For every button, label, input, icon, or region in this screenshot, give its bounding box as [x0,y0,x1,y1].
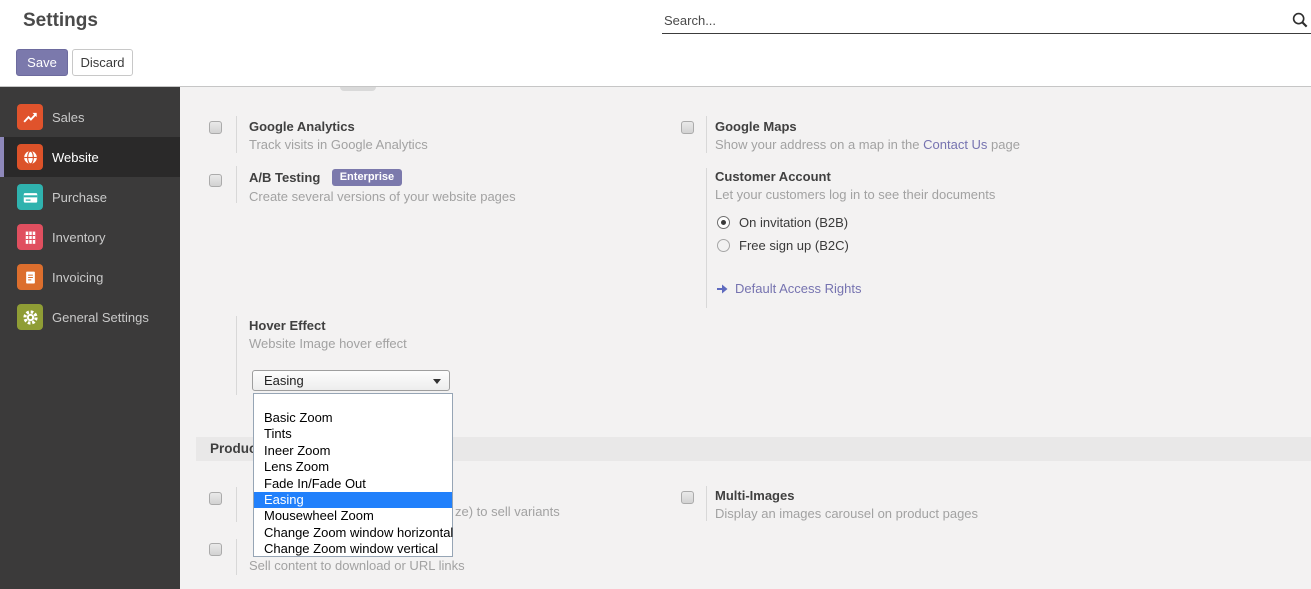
divider [236,116,237,153]
google-maps-subtitle: Show your address on a map in the Contac… [715,137,1020,152]
sidebar-item-label: General Settings [52,310,149,325]
digital-content-subtitle: Sell content to download or URL links [249,558,465,573]
sidebar-item-label: Inventory [52,230,105,245]
divider [236,539,237,575]
search-bar [662,6,1311,34]
sidebar-item-label: Website [52,150,99,165]
gear-icon [17,304,43,330]
enterprise-badge: Enterprise [332,169,402,186]
radio-button-selected[interactable] [717,216,730,229]
dropdown-option[interactable]: Lens Zoom [254,459,452,475]
caret-down-icon [433,379,441,384]
digital-content-checkbox[interactable] [209,543,222,556]
dropdown-option[interactable]: Change Zoom window vertical [254,541,452,557]
radio-on-invitation[interactable]: On invitation (B2B) [717,215,848,230]
invoicing-document-icon [17,264,43,290]
default-access-rights-label[interactable]: Default Access Rights [735,281,861,296]
divider [236,166,237,203]
sidebar-item-purchase[interactable]: Purchase [0,177,180,217]
google-maps-title: Google Maps [715,119,797,134]
dropdown-option-selected[interactable]: Easing [254,492,452,508]
settings-content: Google Analytics Track visits in Google … [180,87,1311,589]
sidebar-item-general-settings[interactable]: General Settings [0,297,180,337]
radio-free-signup[interactable]: Free sign up (B2C) [717,238,849,253]
sales-chart-icon [17,104,43,130]
dropdown-option[interactable]: Tints [254,426,452,442]
ab-testing-title: A/B Testing [249,170,320,185]
select-value: Easing [264,373,304,388]
purchase-card-icon [17,184,43,210]
google-maps-subtitle-suffix: page [987,137,1020,152]
contact-us-link[interactable]: Contact Us [923,137,987,152]
page-title: Settings [23,10,98,32]
divider [236,487,237,522]
cutoff-element [340,87,376,91]
multi-images-subtitle: Display an images carousel on product pa… [715,506,978,521]
ab-testing-checkbox[interactable] [209,174,222,187]
discard-button[interactable]: Discard [72,49,133,76]
divider [236,316,237,395]
google-analytics-subtitle: Track visits in Google Analytics [249,137,428,152]
dropdown-option[interactable]: Mousewheel Zoom [254,508,452,524]
google-analytics-title: Google Analytics [249,119,355,134]
hover-effect-select[interactable]: Easing [252,370,450,391]
google-analytics-checkbox[interactable] [209,121,222,134]
default-access-rights-link[interactable]: Default Access Rights [716,281,861,296]
multi-images-checkbox[interactable] [681,491,694,504]
ab-testing-subtitle: Create several versions of your website … [249,189,516,204]
multi-images-title: Multi-Images [715,488,794,503]
header: Settings Save Discard [0,0,1311,87]
sidebar-item-sales[interactable]: Sales [0,97,180,137]
google-maps-subtitle-text: Show your address on a map in the [715,137,923,152]
dropdown-option[interactable]: Basic Zoom [254,410,452,426]
settings-page: Settings Save Discard Sales [0,0,1311,589]
attributes-variants-subtitle-fragment: ze) to sell variants [455,504,560,519]
search-input[interactable] [664,9,1274,31]
search-icon[interactable] [1291,11,1309,29]
inventory-building-icon [17,224,43,250]
divider [706,116,707,153]
customer-account-title: Customer Account [715,169,831,184]
hover-effect-subtitle: Website Image hover effect [249,336,407,351]
sidebar-item-label: Invoicing [52,270,103,285]
website-globe-icon [17,144,43,170]
customer-account-subtitle: Let your customers log in to see their d… [715,187,995,202]
sidebar-item-label: Sales [52,110,85,125]
dropdown-option[interactable]: Change Zoom window horizontal [254,525,452,541]
attributes-variants-checkbox[interactable] [209,492,222,505]
sidebar-item-website[interactable]: Website [0,137,180,177]
radio-label[interactable]: On invitation (B2B) [739,215,848,230]
save-button[interactable]: Save [16,49,68,76]
divider [706,486,707,521]
radio-label[interactable]: Free sign up (B2C) [739,238,849,253]
dropdown-option[interactable]: Ineer Zoom [254,443,452,459]
sidebar: Sales Website Purchase [0,87,180,589]
ab-testing-title-line: A/B Testing Enterprise [249,169,402,188]
radio-button-unselected[interactable] [717,239,730,252]
sidebar-item-inventory[interactable]: Inventory [0,217,180,257]
hover-effect-dropdown: Basic Zoom Tints Ineer Zoom Lens Zoom Fa… [253,393,453,557]
divider [706,168,707,308]
dropdown-option[interactable]: Fade In/Fade Out [254,476,452,492]
hover-effect-title: Hover Effect [249,318,326,333]
sidebar-item-label: Purchase [52,190,107,205]
sidebar-item-invoicing[interactable]: Invoicing [0,257,180,297]
arrow-right-icon [716,283,729,295]
google-maps-checkbox[interactable] [681,121,694,134]
